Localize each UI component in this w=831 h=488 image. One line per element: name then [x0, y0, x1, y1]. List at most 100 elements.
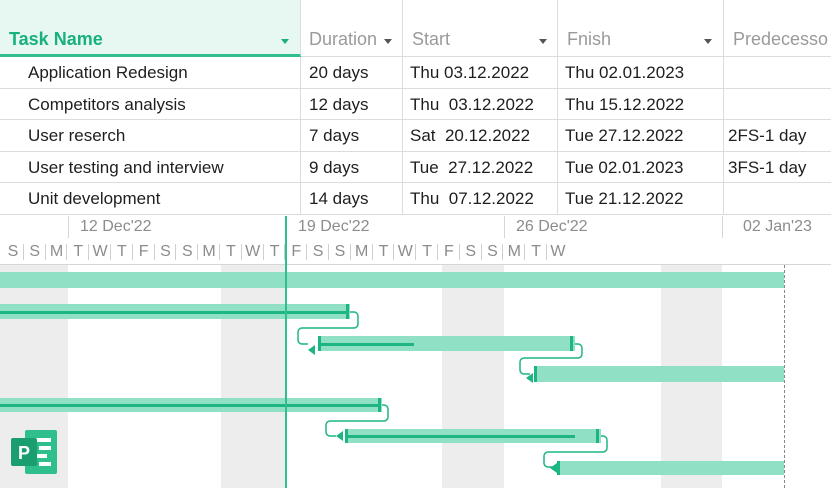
column-header-duration[interactable]: Duration [301, 0, 403, 57]
column-header-task-name[interactable]: Task Name [0, 0, 301, 57]
link-arrow-icon [336, 431, 343, 441]
week-label: 19 Dec'22 [286, 216, 504, 238]
sort-dropdown-icon[interactable] [704, 39, 712, 44]
timeline-days: SSMTWTFSSMTWTFSSMTWTFSSMTW [0, 238, 831, 265]
day-label: S [312, 243, 324, 260]
day-label: W [397, 243, 413, 260]
dependency-link [543, 435, 608, 468]
table-row[interactable]: Application Redesign 20 days Thu 03.12.2… [0, 57, 831, 89]
day-separator [262, 244, 264, 260]
start-cell[interactable]: Thu 03.12.2022 [403, 57, 558, 88]
table-row[interactable]: Competitors analysis 12 days Thu 03.12.2… [0, 88, 831, 121]
day-label: S [181, 243, 193, 260]
start-cell[interactable]: Thu 03.12.2022 [403, 88, 558, 120]
day-separator [66, 244, 68, 260]
column-header-label: Fnish [567, 29, 612, 49]
day-separator [371, 244, 373, 260]
svg-text:P: P [18, 443, 30, 463]
task-name-cell[interactable]: User reserch [0, 120, 301, 151]
day-separator [22, 244, 24, 260]
finish-cell[interactable]: Tue 02.01.2023 [558, 151, 724, 183]
day-label: W [92, 243, 108, 260]
dependency-link [297, 311, 359, 345]
week-label: 26 Dec'22 [504, 216, 722, 238]
column-header-label: Task Name [9, 29, 103, 49]
day-label: M [49, 243, 64, 260]
today-marker [285, 216, 287, 488]
column-header-label: Predecesso [733, 29, 829, 49]
table-row[interactable]: User testing and interview 9 days Tue 27… [0, 151, 831, 184]
day-label: S [160, 243, 171, 260]
table-row[interactable]: Unit development 14 days Thu 07.12.2022 … [0, 183, 831, 215]
day-separator [458, 244, 460, 260]
timeline-weeks: 12 Dec'22 19 Dec'22 26 Dec'22 02 Jan'23 [0, 216, 831, 238]
week-label: 12 Dec'22 [68, 216, 286, 238]
day-separator [44, 244, 46, 260]
day-label: M [202, 243, 216, 260]
predecessor-cell[interactable]: 3FS-1 day [724, 152, 831, 183]
column-header-label: Duration [309, 29, 378, 49]
day-separator [437, 244, 438, 260]
day-label: S [29, 243, 41, 260]
day-separator [153, 244, 155, 260]
start-cell[interactable]: Sat 20.12.2022 [403, 120, 558, 151]
finish-cell[interactable]: Thu 15.12.2022 [558, 88, 724, 120]
day-label: F [138, 243, 149, 260]
day-separator [480, 244, 482, 260]
link-arrow-icon [550, 463, 557, 473]
dependency-link [519, 343, 583, 375]
task-name-cell[interactable]: Unit development [0, 183, 301, 214]
finish-cell[interactable]: Thu 02.01.2023 [558, 57, 724, 88]
day-label: F [444, 243, 454, 260]
day-label: T [378, 243, 389, 260]
predecessor-cell[interactable] [724, 57, 831, 88]
task-name-cell[interactable]: User testing and interview [0, 151, 301, 183]
day-separator [240, 244, 242, 260]
day-label: M [507, 243, 521, 260]
column-header-predecessors[interactable]: Predecesso [724, 0, 831, 57]
day-separator [328, 244, 329, 260]
duration-cell[interactable]: 7 days [301, 120, 403, 151]
predecessor-cell[interactable] [724, 183, 831, 214]
start-cell[interactable]: Tue 27.12.2022 [403, 151, 558, 183]
day-label: T [269, 243, 280, 260]
dependency-links [297, 311, 608, 473]
gantt-chart-area [0, 265, 831, 488]
task-grid: Task Name Duration Start Fnish Predecess… [0, 0, 831, 216]
duration-cell[interactable]: 20 days [301, 57, 403, 88]
start-cell[interactable]: Thu 07.12.2022 [403, 183, 558, 214]
predecessor-cell[interactable]: 2FS-1 day [724, 120, 831, 151]
day-label: T [422, 243, 432, 260]
finish-cell[interactable]: Tue 27.12.2022 [558, 120, 724, 151]
column-header-start[interactable]: Start [403, 0, 558, 57]
day-label: F [291, 243, 302, 260]
day-label: T [73, 243, 84, 260]
day-separator [524, 244, 526, 260]
sort-dropdown-icon[interactable] [539, 39, 547, 44]
day-label: S [7, 243, 19, 260]
week-label: 02 Jan'23 [722, 216, 831, 238]
day-label: W [550, 243, 566, 260]
column-header-label: Start [412, 29, 451, 49]
predecessor-cell[interactable] [724, 89, 831, 120]
dependency-link [325, 404, 389, 437]
day-label: W [245, 243, 261, 260]
duration-cell[interactable]: 9 days [301, 151, 403, 183]
day-separator [110, 244, 111, 260]
day-label: S [465, 243, 477, 260]
duration-cell[interactable]: 14 days [301, 183, 403, 214]
sort-dropdown-icon[interactable] [384, 39, 392, 44]
day-separator [393, 244, 395, 260]
day-label: T [226, 243, 236, 260]
task-name-cell[interactable]: Competitors analysis [0, 88, 301, 120]
day-separator [306, 244, 308, 260]
day-label: T [117, 243, 127, 260]
column-header-finish[interactable]: Fnish [558, 0, 724, 57]
task-name-cell[interactable]: Application Redesign [0, 57, 301, 88]
duration-cell[interactable]: 12 days [301, 88, 403, 120]
day-separator [415, 244, 417, 260]
sort-dropdown-icon[interactable] [281, 39, 289, 44]
finish-cell[interactable]: Tue 21.12.2022 [558, 183, 724, 214]
day-separator [197, 244, 199, 260]
table-row[interactable]: User reserch 7 days Sat 20.12.2022 Tue 2… [0, 120, 831, 152]
